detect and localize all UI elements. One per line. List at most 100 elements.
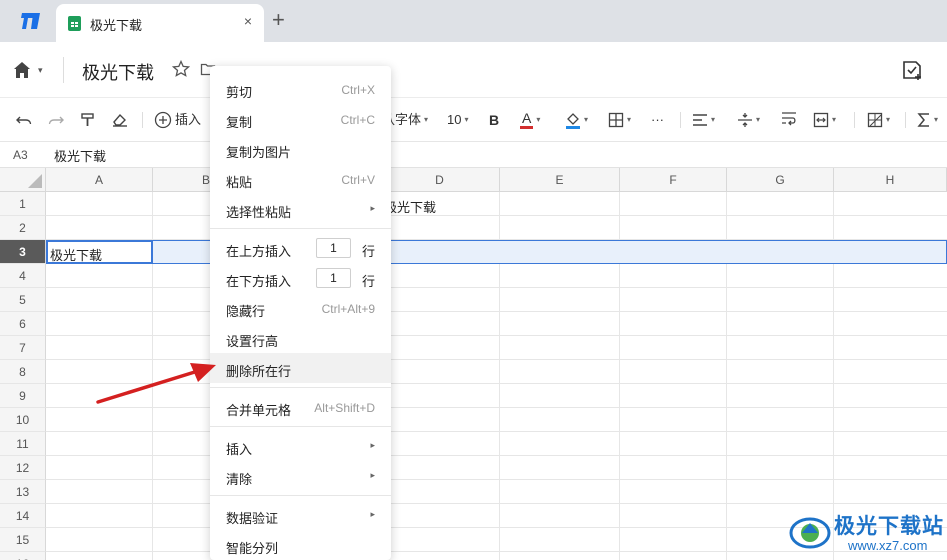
font-size-select[interactable]: 10 ▾: [447, 110, 468, 130]
menu-item-copy-as-image[interactable]: 复制为图片: [210, 134, 391, 164]
menu-item-shortcut: Ctrl+X: [341, 83, 375, 97]
menu-item-smart-split[interactable]: 智能分列: [210, 530, 391, 560]
row-header-14[interactable]: 14: [0, 504, 46, 528]
column-header-d[interactable]: D: [380, 168, 500, 192]
menu-item-insert[interactable]: 插入 ▸: [210, 431, 391, 461]
cell-reference[interactable]: A3: [13, 148, 28, 162]
grid-row-line: [46, 311, 947, 312]
formula-input[interactable]: 极光下载: [54, 146, 106, 165]
row-header-4[interactable]: 4: [0, 264, 46, 288]
selected-row-highlight: [46, 240, 947, 264]
horizontal-align-button[interactable]: ▾: [692, 110, 715, 130]
row-header-5[interactable]: 5: [0, 288, 46, 312]
paint-bucket-icon: [566, 113, 580, 129]
font-color-button[interactable]: A ▾: [520, 110, 540, 130]
tab-close-icon[interactable]: ×: [244, 13, 252, 29]
redo-icon[interactable]: [48, 110, 64, 130]
row-header-12[interactable]: 12: [0, 456, 46, 480]
row-header-3[interactable]: 3: [0, 240, 46, 264]
chevron-down-icon: ▾: [756, 115, 761, 124]
conditional-format-button[interactable]: ▾: [867, 110, 890, 130]
app-logo-icon[interactable]: [19, 9, 43, 33]
wrap-text-icon[interactable]: [781, 110, 797, 130]
menu-item-insert-below[interactable]: 在下方插入 1 行: [210, 263, 391, 293]
vertical-align-button[interactable]: ▾: [737, 110, 760, 130]
context-menu: 剪切 Ctrl+X 复制 Ctrl+C 复制为图片 粘贴 Ctrl+V 选择性粘…: [210, 66, 391, 560]
menu-item-delete-row[interactable]: 删除所在行: [210, 353, 391, 383]
row-header-7[interactable]: 7: [0, 336, 46, 360]
chevron-right-icon: ▸: [370, 509, 375, 519]
menu-item-set-row-height[interactable]: 设置行高: [210, 323, 391, 353]
font-color-label: A: [520, 111, 534, 129]
column-header-e[interactable]: E: [500, 168, 620, 192]
row-header-15[interactable]: 15: [0, 528, 46, 552]
bold-button[interactable]: B: [489, 110, 499, 130]
menu-item-paste[interactable]: 粘贴 Ctrl+V: [210, 164, 391, 194]
new-tab-icon[interactable]: +: [272, 8, 285, 32]
insert-above-count-input[interactable]: 1: [316, 238, 351, 258]
watermark-url: www.xz7.com: [848, 538, 928, 553]
chevron-down-icon: ▾: [832, 115, 837, 124]
document-header: ▾ 极光下载: [0, 42, 947, 98]
chevron-right-icon: ▸: [370, 470, 375, 480]
divider: [63, 57, 64, 83]
home-dropdown-icon[interactable]: ▾: [38, 65, 43, 76]
cell-D1[interactable]: 极光下载: [384, 197, 436, 216]
menu-item-hide-row[interactable]: 隐藏行 Ctrl+Alt+9: [210, 293, 391, 323]
row-header-6[interactable]: 6: [0, 312, 46, 336]
chevron-down-icon: ▾: [711, 115, 716, 124]
toolbar-divider: [905, 112, 906, 128]
column-header-h[interactable]: H: [834, 168, 947, 192]
menu-item-cut[interactable]: 剪切 Ctrl+X: [210, 74, 391, 104]
sum-button[interactable]: ▾: [917, 110, 938, 130]
row-header-10[interactable]: 10: [0, 408, 46, 432]
menu-item-copy[interactable]: 复制 Ctrl+C: [210, 104, 391, 134]
merge-cells-button[interactable]: ▾: [813, 110, 836, 130]
clear-format-icon[interactable]: [111, 110, 129, 130]
menu-item-paste-special[interactable]: 选择性粘贴 ▸: [210, 194, 391, 224]
menu-item-data-validation[interactable]: 数据验证 ▸: [210, 500, 391, 530]
fill-color-button[interactable]: ▾: [565, 110, 588, 130]
menu-item-unit: 行: [362, 244, 376, 259]
column-header-f[interactable]: F: [620, 168, 727, 192]
format-painter-icon[interactable]: [80, 110, 96, 130]
menu-divider: [210, 495, 391, 496]
column-header-g[interactable]: G: [727, 168, 834, 192]
menu-item-merge-cells[interactable]: 合并单元格 Alt+Shift+D: [210, 392, 391, 422]
more-options-icon[interactable]: ···: [651, 110, 664, 130]
select-all-corner[interactable]: [0, 168, 46, 192]
menu-item-shortcut: Ctrl+C: [340, 113, 375, 127]
insert-below-count-input[interactable]: 1: [316, 268, 351, 288]
annotation-arrow-icon: [96, 363, 216, 404]
row-header-16[interactable]: 16: [0, 552, 46, 560]
tab-active[interactable]: 极光下载 ×: [56, 4, 264, 42]
cell-A3[interactable]: 极光下载: [50, 245, 102, 264]
menu-item-clear[interactable]: 清除 ▸: [210, 461, 391, 491]
document-title[interactable]: 极光下载: [82, 59, 154, 85]
menu-item-shortcut: Ctrl+Alt+9: [321, 302, 375, 316]
watermark-logo-icon: [789, 517, 831, 549]
menu-item-insert-above[interactable]: 在上方插入 1 行: [210, 233, 391, 263]
undo-icon[interactable]: [16, 110, 32, 130]
row-header-8[interactable]: 8: [0, 360, 46, 384]
menu-item-label: 智能分列: [226, 541, 279, 556]
insert-button[interactable]: 插入: [154, 110, 201, 130]
menu-item-shortcut: Ctrl+V: [341, 173, 375, 187]
row-header-13[interactable]: 13: [0, 480, 46, 504]
menu-divider: [210, 228, 391, 229]
star-icon[interactable]: [172, 60, 190, 78]
chevron-down-icon: ▾: [424, 115, 429, 124]
grid-row-line: [46, 335, 947, 336]
row-header-1[interactable]: 1: [0, 192, 46, 216]
home-icon[interactable]: [12, 60, 32, 80]
row-header-9[interactable]: 9: [0, 384, 46, 408]
row-header-11[interactable]: 11: [0, 432, 46, 456]
column-header-a[interactable]: A: [46, 168, 153, 192]
watermark: 极光下载站 www.xz7.com: [786, 505, 946, 560]
row-header-2[interactable]: 2: [0, 216, 46, 240]
menu-item-label: 删除所在行: [226, 364, 292, 379]
sigma-icon: [917, 113, 929, 127]
menu-item-label: 隐藏行: [226, 304, 266, 319]
save-status-icon[interactable]: [900, 58, 924, 82]
borders-button[interactable]: ▾: [608, 110, 631, 130]
